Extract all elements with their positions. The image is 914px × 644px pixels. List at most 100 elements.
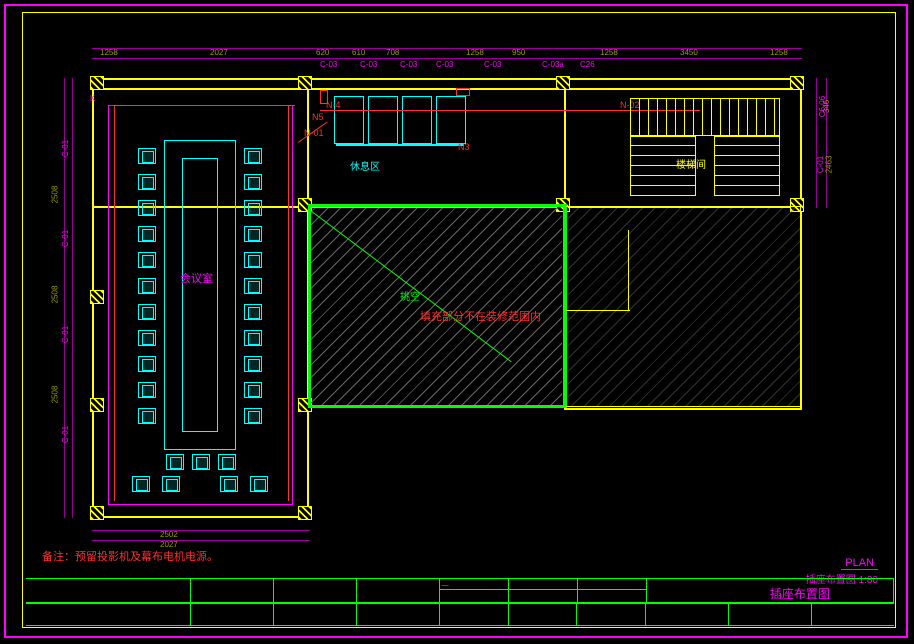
dim-value: 1258: [600, 48, 618, 57]
column: [90, 506, 104, 520]
title-block: — 插座布置图: [26, 578, 894, 626]
chair: [166, 454, 184, 470]
line: [566, 206, 802, 207]
dim-value: 950: [512, 48, 525, 57]
tb-lbl: —: [440, 581, 449, 590]
dim-value: 2502: [160, 530, 178, 539]
dim-value: 1258: [770, 48, 788, 57]
drawing-title: 插座布置图: [770, 587, 830, 601]
tb-cell: [812, 603, 894, 627]
dim-value: 3450: [680, 48, 698, 57]
counter-unit: [402, 96, 432, 144]
dim-value: 620: [316, 48, 329, 57]
room-label-stairwell: 楼梯间: [676, 156, 706, 171]
tb-cell: [26, 579, 191, 603]
tb-cell: —: [440, 579, 646, 603]
drawing-note: 备注：预留投影机及幕布电机电源。: [42, 548, 218, 564]
grid-tag: C-03: [360, 60, 377, 69]
room-label-void: 挑空: [400, 288, 420, 303]
room-label-rest: 休息区: [350, 158, 380, 173]
chair: [244, 330, 262, 346]
chair: [244, 252, 262, 268]
tb-cell: [26, 603, 191, 627]
column: [556, 76, 570, 90]
chair: [192, 454, 210, 470]
column: [90, 76, 104, 90]
tb-cell: [646, 603, 729, 627]
dim-line-bottom-2: [92, 540, 310, 541]
conference-table-inner: [182, 158, 218, 432]
chair: [138, 148, 156, 164]
dim-value: 346: [822, 100, 831, 113]
chair: [138, 252, 156, 268]
column: [298, 506, 312, 520]
chair: [218, 454, 236, 470]
chair: [138, 200, 156, 216]
dim-value: 2508: [50, 386, 59, 404]
wire-label: N-01: [304, 128, 324, 138]
counter-line: [336, 144, 464, 146]
tb-cell: [729, 603, 812, 627]
line: [800, 206, 801, 406]
dim-value: 2508: [50, 286, 59, 304]
chair: [244, 382, 262, 398]
chair: [244, 148, 262, 164]
wiring: [288, 105, 289, 501]
chair: [132, 476, 150, 492]
line: [628, 230, 629, 310]
dim-value: 708: [386, 48, 399, 57]
void-divider-r: [564, 204, 567, 408]
dim-section: C-01: [61, 140, 70, 157]
chair: [244, 356, 262, 372]
wire-label: N-4: [326, 100, 341, 110]
room-label-conference: 会议室: [180, 270, 213, 286]
wire-label: N5: [312, 112, 324, 122]
grid-tag: C-03: [436, 60, 453, 69]
tb-cell: [357, 579, 440, 603]
wall-top: [92, 78, 802, 80]
counter-unit: [436, 96, 466, 144]
tb-cell: [191, 579, 274, 603]
dim-value: 2463: [824, 156, 833, 174]
chair: [244, 278, 262, 294]
dim-line-bottom: [92, 530, 310, 531]
dim-value: 610: [352, 48, 365, 57]
chair: [250, 476, 268, 492]
stairs-landing: [630, 98, 780, 136]
grid-tag: C-03: [484, 60, 501, 69]
chair: [138, 382, 156, 398]
chair: [138, 356, 156, 372]
column: [298, 76, 312, 90]
dim-value: 2508: [50, 186, 59, 204]
dim-line-left: [72, 78, 73, 518]
wire-label: N3: [458, 142, 470, 152]
dim-value: 1258: [100, 48, 118, 57]
void-note: 填充部分不在装修范围内: [420, 308, 541, 324]
chair: [220, 476, 238, 492]
wall-top-inner: [92, 88, 802, 90]
dim-value: 1258: [466, 48, 484, 57]
dim-value: 2027: [210, 48, 228, 57]
chair: [138, 174, 156, 190]
dim-section: C-01: [61, 326, 70, 343]
plan-title-label: PLAN: [841, 557, 878, 570]
column: [90, 290, 104, 304]
wiring: [114, 105, 115, 501]
dim-line-top: [92, 58, 802, 59]
stair-flight: [714, 136, 780, 196]
chair: [244, 304, 262, 320]
tb-title-cell: 插座布置图: [647, 579, 894, 603]
dim-section: C-01: [61, 230, 70, 247]
chair: [138, 226, 156, 242]
dim-tag: C26: [580, 60, 595, 69]
wiring: [320, 110, 480, 111]
tb-cell: [274, 579, 357, 603]
dim-section: C-01: [61, 426, 70, 443]
tb-cell: [274, 603, 357, 627]
line: [566, 406, 802, 407]
grid-tag: K: [90, 94, 95, 103]
chair: [244, 174, 262, 190]
grid-tag: C-03: [320, 60, 337, 69]
line: [566, 310, 630, 311]
counter-unit: [368, 96, 398, 144]
